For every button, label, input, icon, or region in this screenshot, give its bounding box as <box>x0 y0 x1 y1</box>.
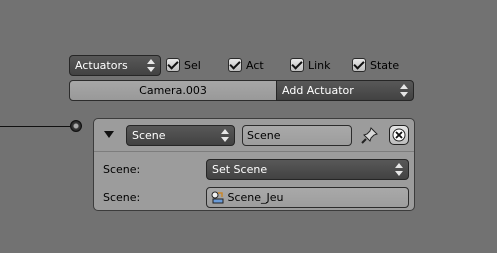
select-arrows-icon <box>400 84 408 97</box>
select-arrows-icon <box>221 129 229 142</box>
object-name: Camera.003 <box>139 84 207 97</box>
link-line <box>0 126 70 127</box>
actuator-name-value: Scene <box>247 129 281 142</box>
state-checkbox[interactable] <box>352 58 366 72</box>
link-checkbox-label: Link <box>308 59 331 72</box>
scene-target-input[interactable]: Scene_Jeu <box>206 187 409 208</box>
scene-icon <box>210 190 224 204</box>
scene-target-label: Scene: <box>103 191 141 204</box>
sel-checkbox-label: Sel <box>184 59 201 72</box>
actuator-type-select[interactable]: Scene <box>126 125 235 146</box>
act-checkbox[interactable] <box>228 58 242 72</box>
select-arrows-icon <box>395 163 403 176</box>
actuators-select[interactable]: Actuators <box>69 55 161 76</box>
actuator-name-input[interactable]: Scene <box>242 125 352 146</box>
collapse-triangle-icon[interactable] <box>104 131 114 138</box>
link-checkbox[interactable] <box>290 58 304 72</box>
object-name-field: Camera.003 <box>69 80 277 101</box>
actuators-select-label: Actuators <box>75 59 128 72</box>
scene-mode-value: Set Scene <box>212 163 268 176</box>
select-arrows-icon <box>147 59 155 72</box>
add-actuator-label: Add Actuator <box>282 84 354 97</box>
add-actuator-menu[interactable]: Add Actuator <box>276 80 414 101</box>
scene-mode-select[interactable]: Set Scene <box>206 159 409 180</box>
state-checkbox-label: State <box>370 59 400 72</box>
scene-mode-label: Scene: <box>103 163 141 176</box>
sel-checkbox[interactable] <box>166 58 180 72</box>
scene-target-value: Scene_Jeu <box>227 191 284 204</box>
pin-icon[interactable] <box>360 125 380 145</box>
actuator-type-label: Scene <box>132 129 166 142</box>
link-socket-icon[interactable] <box>70 120 82 132</box>
act-checkbox-label: Act <box>246 59 264 72</box>
close-icon[interactable] <box>389 125 409 145</box>
